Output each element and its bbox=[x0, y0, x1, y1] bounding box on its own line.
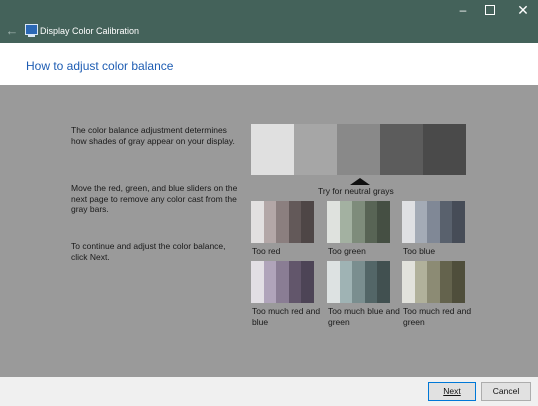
swatch-bar bbox=[327, 201, 340, 243]
swatch-bar bbox=[301, 261, 314, 303]
swatch-bar bbox=[352, 201, 365, 243]
swatch-too-much-red-and-green bbox=[402, 261, 465, 303]
minimize-button[interactable]: – bbox=[448, 0, 478, 20]
swatch-too-much-blue-and-green bbox=[327, 261, 390, 303]
swatch-bar bbox=[251, 261, 264, 303]
swatch-label-too-much-blue-and-green: Too much blue and green bbox=[328, 306, 400, 327]
gray-bar bbox=[423, 124, 466, 175]
display-icon-stand bbox=[28, 35, 35, 37]
swatch-bar bbox=[452, 261, 465, 303]
swatch-bar bbox=[301, 201, 314, 243]
window-title: Display Color Calibration bbox=[40, 26, 140, 36]
next-button-label: Next bbox=[443, 386, 461, 396]
caret-up-icon bbox=[350, 178, 370, 185]
swatch-bar bbox=[364, 261, 378, 303]
maximize-button[interactable] bbox=[475, 0, 505, 20]
swatch-bar bbox=[427, 261, 440, 303]
neutral-gray-bars bbox=[251, 124, 466, 175]
swatch-too-green bbox=[327, 201, 390, 243]
page-heading: How to adjust color balance bbox=[26, 59, 174, 73]
next-button[interactable]: Next bbox=[428, 382, 476, 401]
swatch-bar bbox=[276, 261, 289, 303]
swatch-bar bbox=[288, 201, 302, 243]
swatch-label-too-much-red-and-blue: Too much red and blue bbox=[252, 306, 321, 327]
close-button[interactable]: ✕ bbox=[508, 0, 538, 20]
instruction-paragraph-3: To continue and adjust the color balance… bbox=[71, 241, 226, 262]
gray-bar bbox=[337, 124, 380, 175]
back-arrow-icon[interactable]: ← bbox=[4, 23, 20, 39]
swatch-bar bbox=[427, 201, 440, 243]
title-bar: – ✕ ← Display Color Calibration bbox=[0, 0, 538, 43]
swatch-bar bbox=[402, 261, 415, 303]
display-icon bbox=[25, 24, 38, 35]
swatch-bar bbox=[402, 201, 415, 243]
swatch-label-too-much-red-and-green: Too much red and green bbox=[403, 306, 472, 327]
swatch-too-blue bbox=[402, 201, 465, 243]
swatch-bar bbox=[251, 201, 264, 243]
swatch-bar bbox=[276, 201, 289, 243]
swatch-bar bbox=[364, 201, 378, 243]
swatch-bar bbox=[452, 201, 465, 243]
swatch-too-red bbox=[251, 201, 314, 243]
maximize-icon bbox=[485, 4, 495, 15]
swatch-bar bbox=[327, 261, 340, 303]
swatch-bar bbox=[339, 261, 353, 303]
cancel-button[interactable]: Cancel bbox=[481, 382, 531, 401]
swatch-label-too-red: Too red bbox=[252, 246, 281, 256]
swatch-too-much-red-and-blue bbox=[251, 261, 314, 303]
swatch-bar bbox=[377, 261, 390, 303]
instruction-paragraph-2: Move the red, green, and blue sliders on… bbox=[71, 183, 238, 214]
swatch-bar bbox=[263, 201, 277, 243]
swatch-bar bbox=[339, 201, 353, 243]
neutral-grays-label: Try for neutral grays bbox=[318, 186, 394, 196]
swatch-bar bbox=[377, 201, 390, 243]
gray-bar bbox=[380, 124, 423, 175]
swatch-bar bbox=[414, 261, 428, 303]
gray-bar bbox=[294, 124, 337, 175]
swatch-bar bbox=[288, 261, 302, 303]
swatch-label-too-blue: Too blue bbox=[403, 246, 436, 256]
swatch-bar bbox=[263, 261, 277, 303]
swatch-bar bbox=[414, 201, 428, 243]
calibration-window: – ✕ ← Display Color Calibration How to a… bbox=[0, 0, 538, 406]
instruction-paragraph-1: The color balance adjustment determines … bbox=[71, 125, 235, 146]
swatch-bar bbox=[439, 261, 453, 303]
swatch-bar bbox=[439, 201, 453, 243]
swatch-label-too-green: Too green bbox=[328, 246, 366, 256]
gray-bar bbox=[251, 124, 294, 175]
swatch-bar bbox=[352, 261, 365, 303]
